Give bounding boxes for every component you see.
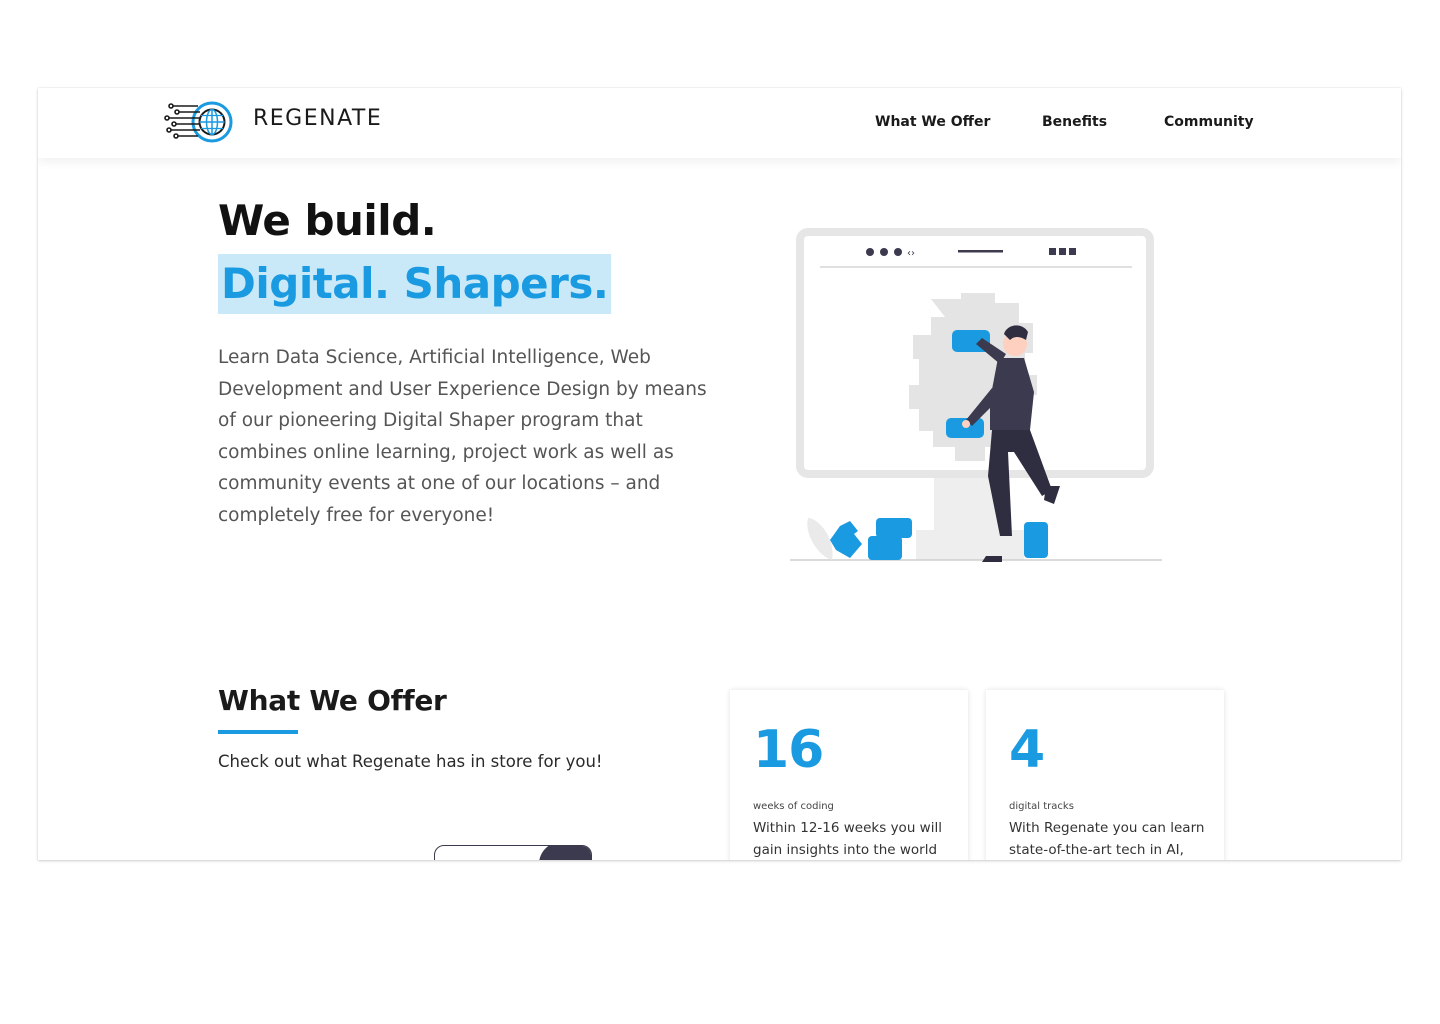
- stat-description: Within 12-16 weeks you will gain insight…: [753, 820, 942, 858]
- stat-card-tracks: 4 digital tracks With Regenate you can l…: [986, 690, 1224, 860]
- regenate-logo-icon[interactable]: [164, 98, 236, 146]
- section-subtitle: Check out what Regenate has in store for…: [218, 752, 603, 771]
- hero-illustration: ‹›: [790, 228, 1162, 562]
- nav-link-benefits[interactable]: Benefits: [1042, 114, 1107, 130]
- brand-name[interactable]: REGENATE: [253, 106, 382, 131]
- stat-number: 16: [753, 720, 824, 780]
- hero-heading-highlight: Digital. Shapers.: [218, 254, 612, 314]
- nav-link-community[interactable]: Community: [1164, 114, 1254, 130]
- nav-link-what-we-offer[interactable]: What We Offer: [875, 114, 990, 130]
- title-underline: [218, 730, 298, 734]
- offer-graphic: [434, 845, 592, 860]
- stat-number: 4: [1009, 720, 1045, 780]
- stat-card-weeks: 16 weeks of coding Within 12-16 weeks yo…: [730, 690, 968, 860]
- navbar: REGENATE What We Offer Benefits Communit…: [38, 88, 1401, 158]
- section-title-what-we-offer: What We Offer: [218, 684, 447, 717]
- page-frame: REGENATE What We Offer Benefits Communit…: [38, 88, 1401, 860]
- hero-heading-line1: We build.: [218, 196, 437, 245]
- stat-label: digital tracks: [1009, 801, 1074, 812]
- hero-description: Learn Data Science, Artificial Intellige…: [218, 347, 707, 526]
- svg-text:‹›: ‹›: [907, 248, 915, 259]
- stat-description: With Regenate you can learn state-of-the…: [1009, 820, 1205, 858]
- stat-label: weeks of coding: [753, 801, 834, 812]
